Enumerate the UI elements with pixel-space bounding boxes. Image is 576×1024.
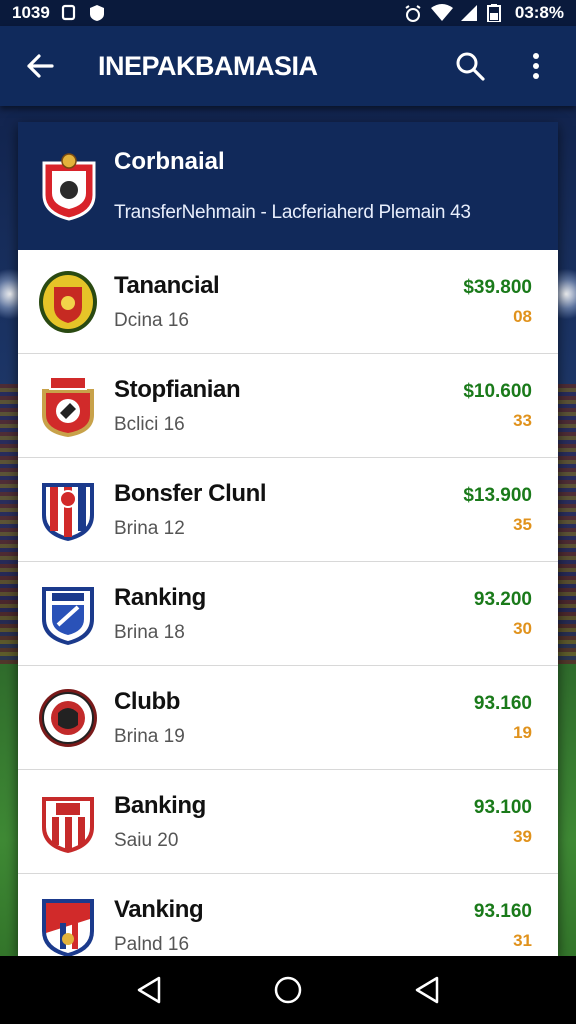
crest-yellow-icon [36,269,100,335]
alarm-icon [403,4,421,22]
list-item[interactable]: Stopfianian Bclici 16 $10.600 33 [18,354,558,458]
status-right: 03:8% [403,3,564,23]
crest-red-stripes-icon [36,789,100,855]
club-name: Vanking [114,896,204,923]
crest-redblue-shield-icon [36,477,100,543]
app-title: INEPAKBAMASIA [98,50,318,81]
club-score: 08 [513,306,532,326]
item-info: Tanancial Dcina 16 [114,272,463,332]
list-item[interactable]: Ranking Brina 18 93.200 30 [18,562,558,666]
item-values: 93.160 31 [474,901,532,951]
triangle-back-icon [138,976,161,1004]
club-price: $10.600 [463,380,532,402]
item-values: 93.100 39 [474,797,532,847]
more-options-button[interactable] [514,44,558,88]
list-item[interactable]: Banking Saiu 20 93.100 39 [18,770,558,874]
triangle-recents-icon [415,976,438,1004]
club-name: Bonsfer Clunl [114,479,267,507]
battery-icon [486,4,505,23]
item-values: 93.160 19 [474,693,532,743]
crest-red-circle-icon [36,373,100,439]
club-list: Tanancial Dcina 16 $39.800 08 Stopfiania… [18,250,558,956]
list-item[interactable]: Tanancial Dcina 16 $39.800 08 [18,250,558,354]
status-left: 1039 [12,3,106,23]
club-sub: Brina 12 [114,517,185,539]
club-sub: Brina 19 [114,725,185,747]
nav-home-button[interactable] [268,970,308,1010]
header-subtitle: TransferNehmain - Lacferiaherd Plemain 4… [114,202,471,223]
header-title: Corbnaial [114,148,225,175]
status-battery-text: 03:8% [514,3,564,22]
club-sub: Palnd 16 [114,934,190,955]
signal-icon [459,4,477,22]
status-time: 1039 [12,3,50,22]
club-name: Tanancial [114,271,220,299]
more-vert-icon [533,53,539,79]
club-sub: Bclici 16 [114,413,185,435]
item-info: Clubb Brina 19 [114,688,474,748]
ranking-card: Corbnaial TransferNehmain - Lacferiaherd… [18,122,558,956]
club-sub: Saiu 20 [114,829,179,851]
club-name: Banking [114,791,206,819]
club-price: 93.200 [473,588,532,610]
header-crest-icon [40,151,98,221]
list-item[interactable]: Bonsfer Clunl Brina 12 $13.900 35 [18,458,558,562]
club-score: 33 [513,410,532,430]
card-header: Corbnaial TransferNehmain - Lacferiaherd… [18,122,558,250]
club-price: 93.100 [473,796,532,818]
list-item[interactable]: Clubb Brina 19 93.160 19 [18,666,558,770]
club-sub: Dcina 16 [114,309,189,331]
list-item[interactable]: Vanking Palnd 16 93.160 31 [18,874,558,956]
club-score: 30 [513,618,532,638]
item-values: $39.800 08 [463,277,532,327]
crest-round-dark-icon [36,685,100,751]
nav-back-button[interactable] [129,970,169,1010]
club-score: 19 [513,722,532,742]
item-info: Banking Saiu 20 [114,792,474,852]
back-button[interactable] [18,44,62,88]
search-button[interactable] [448,44,492,88]
item-values: $10.600 33 [463,381,532,431]
crest-blue-shield-icon [36,581,100,647]
item-info: Vanking Palnd 16 [114,896,474,956]
item-info: Stopfianian Bclici 16 [114,376,463,436]
search-icon [456,52,485,81]
shield-status-icon [88,4,106,22]
item-info: Bonsfer Clunl Brina 12 [114,480,463,540]
notification-icon [60,4,78,22]
item-info: Ranking Brina 18 [114,584,474,644]
club-sub: Brina 18 [114,621,185,643]
nav-recents-button[interactable] [407,970,447,1010]
circle-home-icon [274,976,302,1004]
club-name: Clubb [114,687,180,715]
crest-blue-red-shield-icon [36,893,100,956]
status-bar: 1039 03:8% [0,0,576,26]
club-price: 93.160 [473,692,532,714]
app-bar: INEPAKBAMASIA [0,26,576,106]
system-nav-bar [0,956,576,1024]
club-score: 31 [513,931,532,950]
club-price: 93.160 [473,901,532,922]
club-price: $39.800 [463,276,532,298]
club-score: 35 [513,514,532,534]
club-score: 39 [513,826,532,846]
item-values: 93.200 30 [474,589,532,639]
wifi-icon [430,4,453,22]
back-arrow-icon [27,54,54,78]
club-price: $13.900 [463,484,532,506]
item-values: $13.900 35 [463,485,532,535]
club-name: Ranking [114,583,206,611]
header-texts: Corbnaial TransferNehmain - Lacferiaherd… [114,148,471,224]
club-name: Stopfianian [114,375,241,403]
